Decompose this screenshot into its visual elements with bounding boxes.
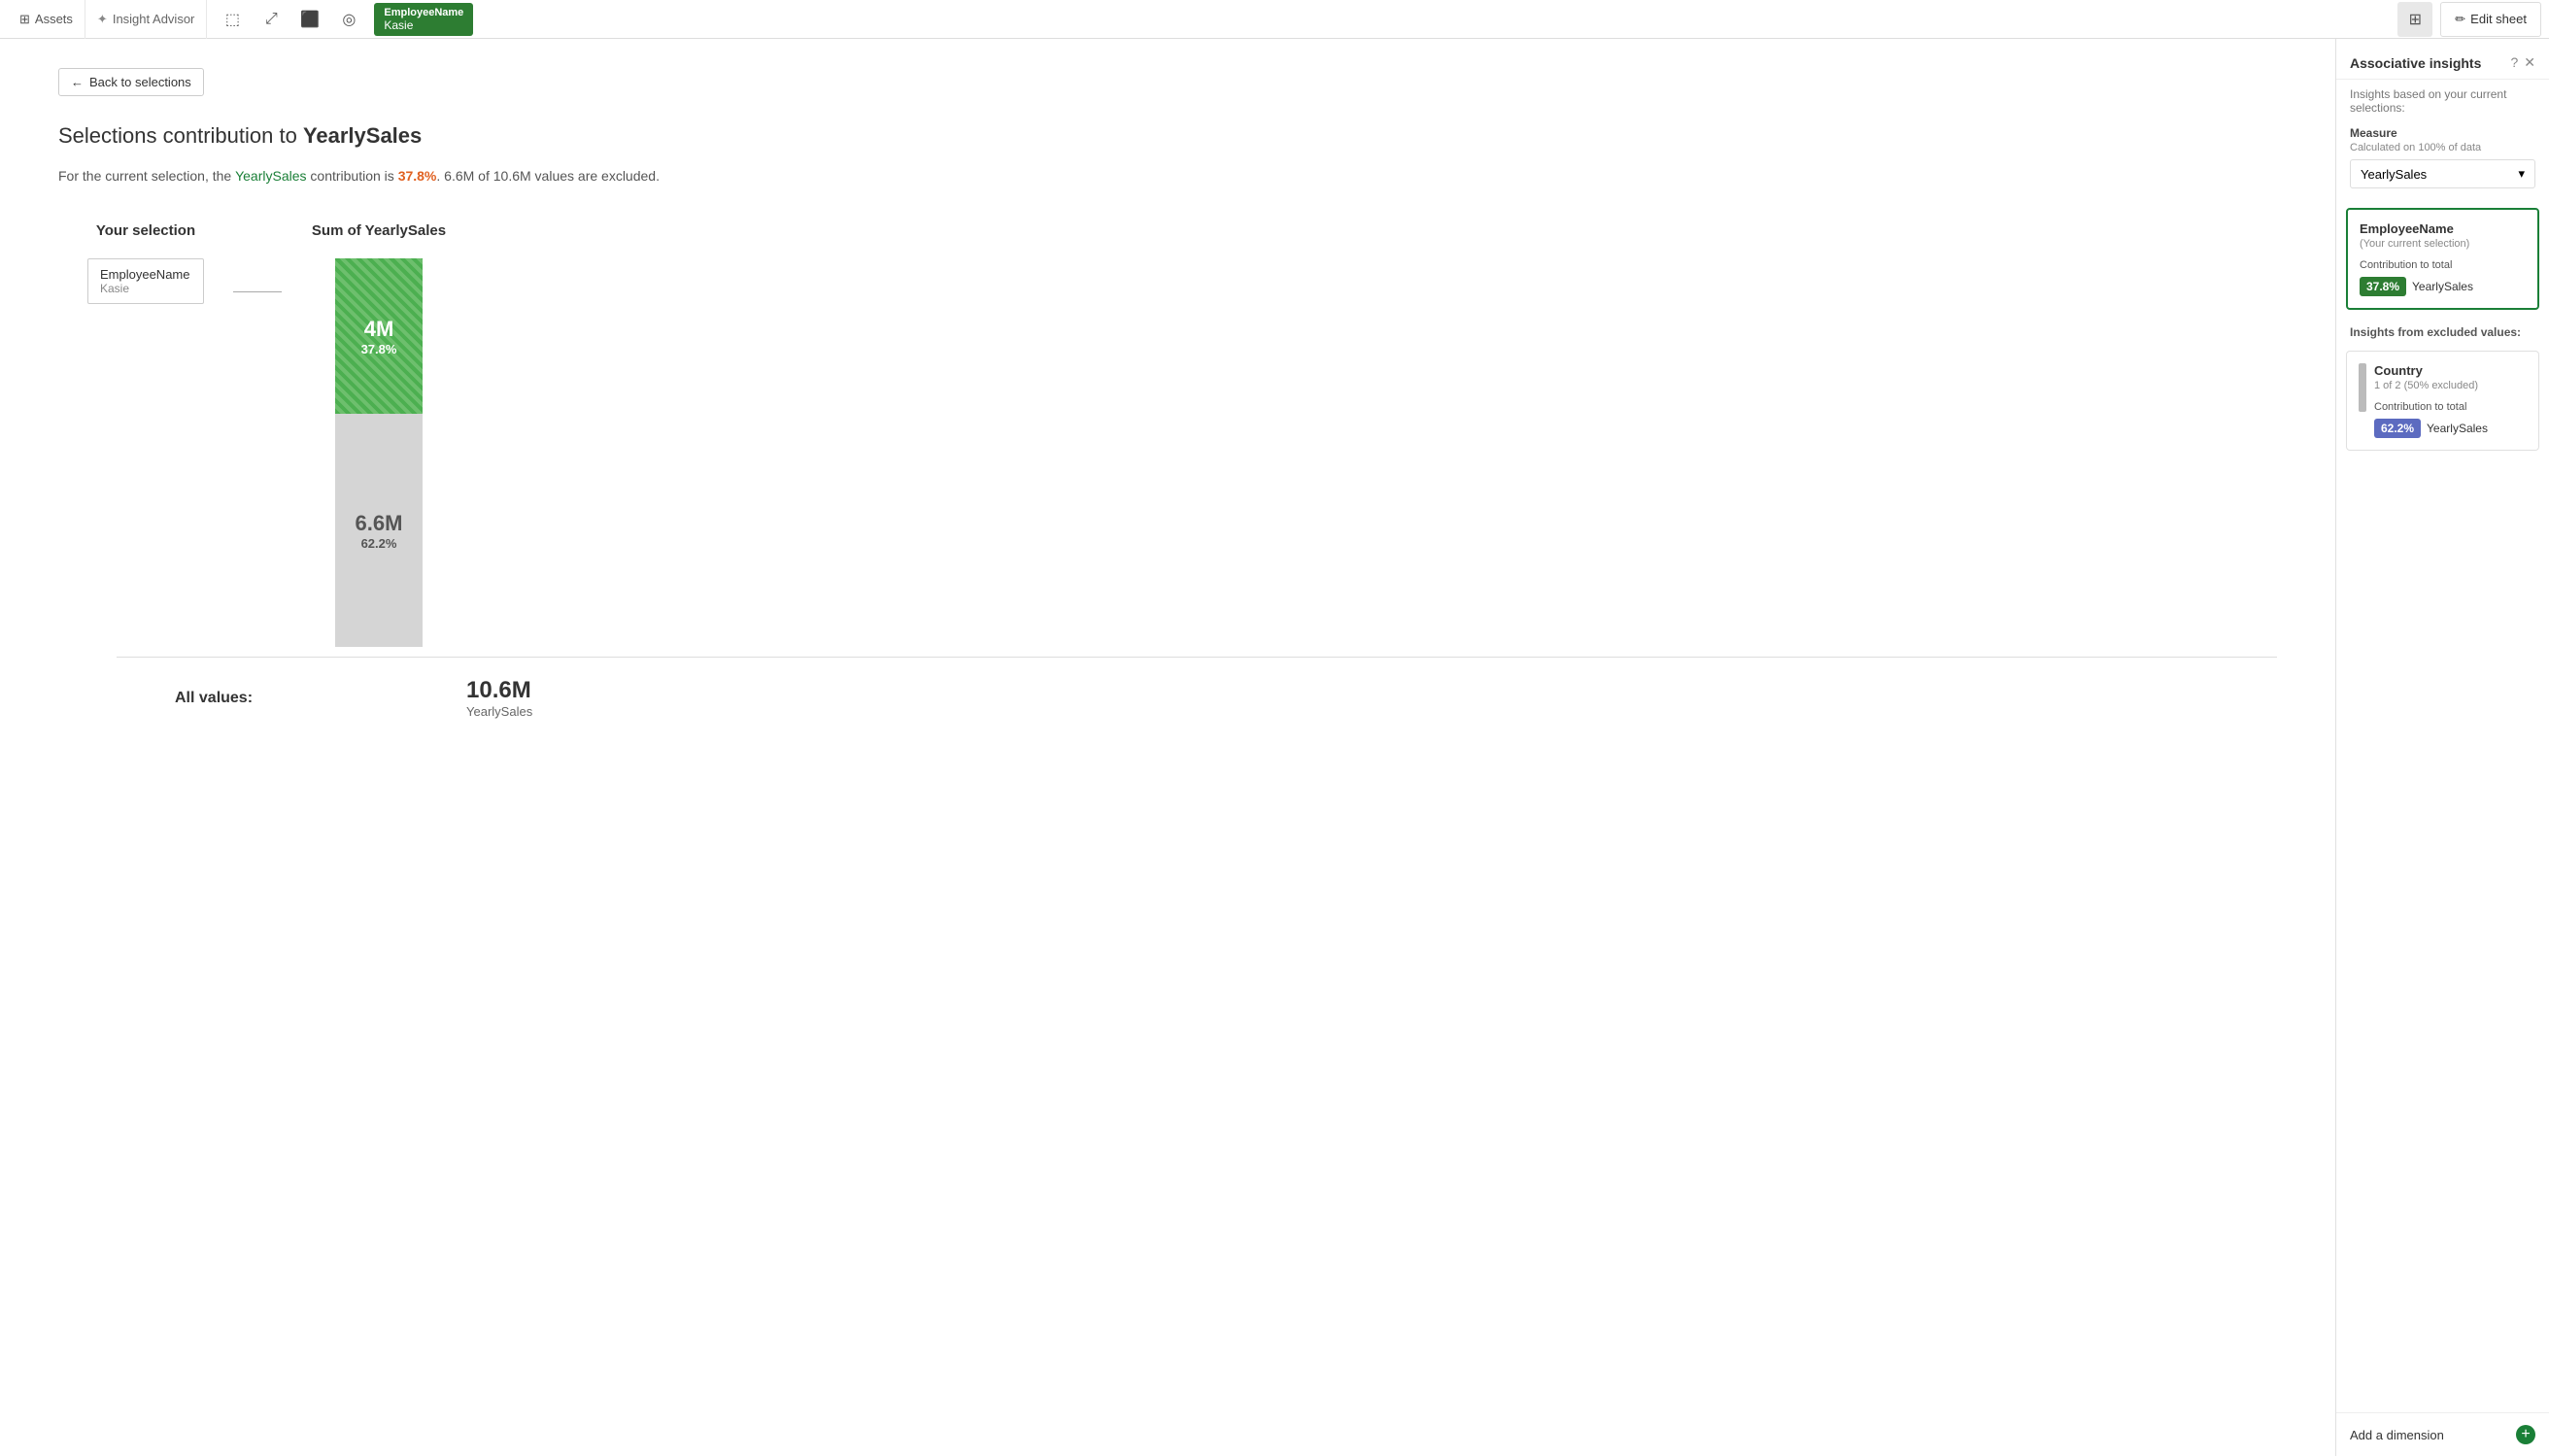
bar-top-pct: 37.8% <box>361 342 397 356</box>
your-selection-header: Your selection <box>96 222 195 239</box>
card-title: EmployeeName <box>2360 221 2526 236</box>
contrib-label: Contribution to total <box>2360 259 2526 271</box>
edit-sheet-button[interactable]: ✏ Edit sheet <box>2440 2 2541 37</box>
bar-bottom-value: 6.6M <box>356 511 403 536</box>
subtitle-pct: 37.8% <box>398 168 437 184</box>
subtitle-prefix: For the current selection, the <box>58 168 235 184</box>
content-area: ← Back to selections Selections contribu… <box>0 39 2335 1456</box>
excluded-section-title: Insights from excluded values: <box>2336 318 2549 343</box>
bar-bottom-pct: 62.2% <box>361 536 397 551</box>
insight-label: Insight Advisor <box>113 12 195 26</box>
excluded-card[interactable]: Country 1 of 2 (50% excluded) Contributi… <box>2346 351 2539 451</box>
all-values-num: 10.6M <box>466 677 532 704</box>
sum-col: Sum of YearlySales 4M 37.8% 6.6M 62.2% <box>282 273 476 647</box>
measure-select[interactable]: YearlySales ▾ <box>2350 159 2535 188</box>
excluded-card-content: Country 1 of 2 (50% excluded) Contributi… <box>2359 363 2527 438</box>
all-values-label: All values: <box>175 690 253 707</box>
all-values-data: 10.6M YearlySales <box>466 677 532 719</box>
connector-bar-area: Sum of YearlySales 4M 37.8% 6.6M 62.2% <box>233 273 476 647</box>
title-prefix: Selections contribution to <box>58 123 303 148</box>
top-nav: ⊞ Assets ✦ Insight Advisor ⬚ ⤢ ⬛ ◎ Emplo… <box>0 0 2549 39</box>
all-values-measure: YearlySales <box>466 704 532 719</box>
panel-icons: ? ✕ <box>2510 54 2535 71</box>
measure-section: Measure Calculated on 100% of data Yearl… <box>2336 126 2549 200</box>
toolbar-circle-btn[interactable]: ◎ <box>331 2 366 37</box>
connector-line <box>233 291 282 292</box>
contrib-measure: YearlySales <box>2412 280 2473 293</box>
subtitle-middle: contribution is <box>307 168 398 184</box>
main-layout: ← Back to selections Selections contribu… <box>0 39 2549 1456</box>
assets-icon: ⊞ <box>19 12 30 27</box>
right-panel: Associative insights ? ✕ Insights based … <box>2335 39 2549 1456</box>
back-to-selections-button[interactable]: ← Back to selections <box>58 68 204 96</box>
excluded-card-text: Country 1 of 2 (50% excluded) Contributi… <box>2374 363 2488 438</box>
pencil-icon: ✏ <box>2455 12 2465 27</box>
measure-selected: YearlySales <box>2361 167 2427 182</box>
add-dimension-row[interactable]: Add a dimension + <box>2336 1412 2549 1456</box>
back-arrow-icon: ← <box>71 75 84 89</box>
stacked-bar[interactable]: 4M 37.8% 6.6M 62.2% <box>335 258 423 647</box>
selection-box: EmployeeName Kasie <box>87 258 204 304</box>
bar-top-value: 4M <box>364 317 394 342</box>
toolbar-expand-btn[interactable]: ⤢ <box>254 2 289 37</box>
subtitle-measure: YearlySales <box>235 168 306 184</box>
measure-label: Measure <box>2350 126 2535 140</box>
panel-subtitle: Insights based on your current selection… <box>2336 80 2549 126</box>
contrib-badge-green: 37.8% <box>2360 277 2406 296</box>
selection-name: EmployeeName <box>100 267 191 282</box>
all-values-row: All values: 10.6M YearlySales <box>117 657 2277 719</box>
bar-top-segment: 4M 37.8% <box>335 258 423 414</box>
contrib-badge-blue: 62.2% <box>2374 419 2421 438</box>
excluded-card-subtitle: 1 of 2 (50% excluded) <box>2374 380 2488 391</box>
card-subtitle: (Your current selection) <box>2360 238 2526 250</box>
grid-view-btn[interactable]: ⊞ <box>2397 2 2432 37</box>
toolbar-lasso-btn[interactable]: ⬚ <box>215 2 250 37</box>
measure-sublabel: Calculated on 100% of data <box>2350 142 2535 153</box>
chart-area: Your selection EmployeeName Kasie Sum of… <box>58 222 2277 647</box>
toolbar-select-btn[interactable]: ⬛ <box>292 2 327 37</box>
edit-sheet-label: Edit sheet <box>2470 12 2527 26</box>
pill-label: EmployeeName <box>384 7 463 18</box>
excluded-contrib-label: Contribution to total <box>2374 401 2488 413</box>
bar-bottom-segment: 6.6M 62.2% <box>335 414 423 647</box>
subtitle-suffix: . 6.6M of 10.6M values are excluded. <box>436 168 660 184</box>
assets-label: Assets <box>35 12 73 26</box>
sum-header: Sum of YearlySales <box>312 222 446 239</box>
close-icon[interactable]: ✕ <box>2524 54 2535 71</box>
pill-value: Kasie <box>384 18 463 32</box>
nav-assets[interactable]: ⊞ Assets <box>8 0 85 39</box>
insight-icon: ✦ <box>97 12 108 27</box>
page-title: Selections contribution to YearlySales <box>58 123 2277 149</box>
panel-sections: EmployeeName (Your current selection) Co… <box>2336 200 2549 1412</box>
your-selection-col: Your selection EmployeeName Kasie <box>58 222 233 304</box>
back-label: Back to selections <box>89 75 191 89</box>
chevron-down-icon: ▾ <box>2518 166 2525 182</box>
subtitle: For the current selection, the YearlySal… <box>58 168 2277 184</box>
add-dimension-icon: + <box>2516 1425 2535 1444</box>
title-measure: YearlySales <box>303 123 422 148</box>
excluded-contrib-measure: YearlySales <box>2427 422 2488 435</box>
selection-value: Kasie <box>100 282 191 295</box>
panel-header: Associative insights ? ✕ <box>2336 39 2549 80</box>
help-icon[interactable]: ? <box>2510 54 2518 71</box>
panel-title: Associative insights <box>2350 55 2481 71</box>
nav-insight-advisor[interactable]: ✦ Insight Advisor <box>85 0 207 39</box>
contrib-row: 37.8% YearlySales <box>2360 277 2526 296</box>
current-selection-card[interactable]: EmployeeName (Your current selection) Co… <box>2346 208 2539 310</box>
add-dimension-label: Add a dimension <box>2350 1428 2444 1442</box>
excluded-contrib-row: 62.2% YearlySales <box>2374 419 2488 438</box>
excluded-card-title: Country <box>2374 363 2488 378</box>
employee-tab-pill[interactable]: EmployeeName Kasie <box>374 3 473 36</box>
excluded-bar <box>2359 363 2366 412</box>
